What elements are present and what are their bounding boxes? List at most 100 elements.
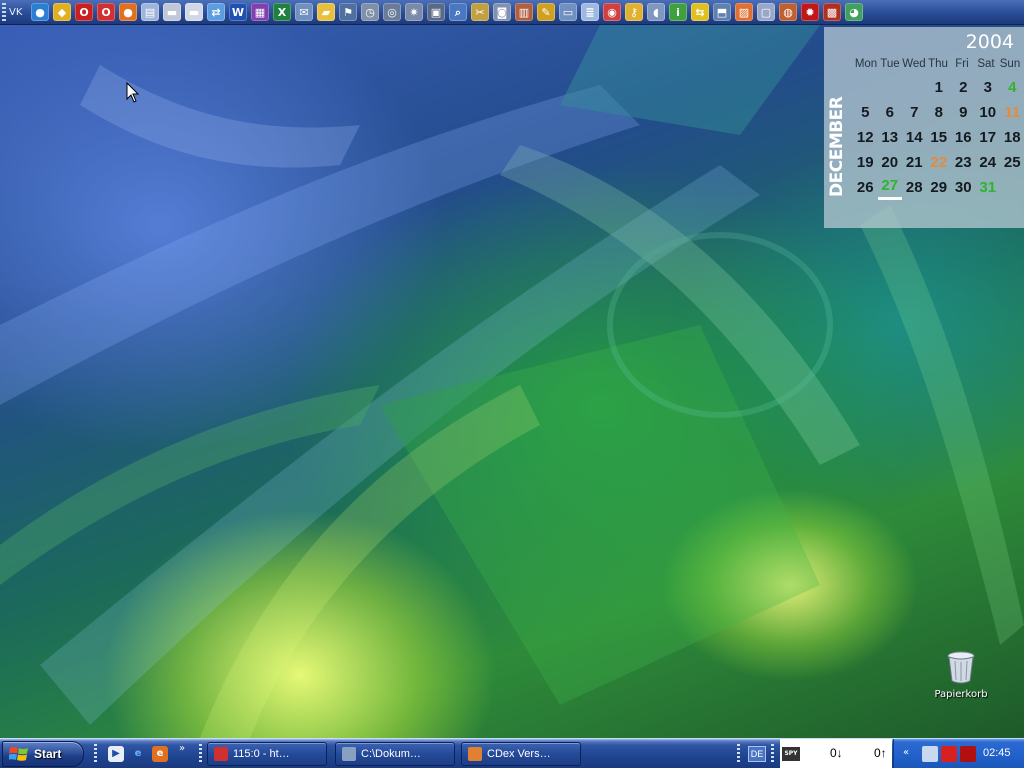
chrome-icon[interactable]: ◕ (845, 3, 863, 21)
calendar-day[interactable]: 26 (853, 175, 878, 200)
taskbar-button[interactable]: CDex Vers… (461, 742, 581, 766)
settings-icon[interactable]: ✷ (405, 3, 423, 21)
mozilla-icon[interactable]: e (152, 746, 168, 762)
internet-explorer-icon[interactable]: e (130, 746, 146, 762)
photo-icon[interactable]: ▨ (735, 3, 753, 21)
tools-icon[interactable]: ✂ (471, 3, 489, 21)
mail-icon[interactable]: ✉ (295, 3, 313, 21)
ladybug-tray-icon[interactable] (960, 746, 976, 762)
calendar-day[interactable]: 16 (951, 125, 976, 150)
calendar-day[interactable]: 24 (976, 150, 1001, 175)
books-icon[interactable]: ▥ (515, 3, 533, 21)
excel-icon[interactable]: X (273, 3, 291, 21)
taskbar-grip[interactable] (199, 744, 202, 764)
network-icon[interactable]: ⇄ (207, 3, 225, 21)
network-tray-icon[interactable] (922, 746, 938, 762)
calendar-day[interactable]: 20 (878, 150, 903, 175)
onenote-icon[interactable]: ▦ (251, 3, 269, 21)
calendar-day[interactable]: 15 (927, 125, 952, 150)
recycle-bin[interactable]: Papierkorb (928, 650, 994, 700)
bottle-icon[interactable]: ◖ (647, 3, 665, 21)
msn-icon[interactable]: ◆ (53, 3, 71, 21)
netmeter-grip[interactable] (771, 744, 774, 764)
calendar-day[interactable]: 30 (951, 175, 976, 200)
cd-drive-icon[interactable]: ▬ (185, 3, 203, 21)
paint-palette-icon[interactable]: ◉ (603, 3, 621, 21)
calendar-blank-cell (878, 75, 903, 100)
quick-launch-grip[interactable] (94, 744, 97, 764)
arrows-icon[interactable]: ⇆ (691, 3, 709, 21)
windows-logo-icon (9, 747, 28, 761)
calendar-blank-cell (902, 75, 927, 100)
antivirus-tray-icon[interactable] (941, 746, 957, 762)
calendar-day[interactable]: 28 (902, 175, 927, 200)
taskbar-button[interactable]: C:\Dokum… (335, 742, 455, 766)
computer-icon[interactable]: ▢ (757, 3, 775, 21)
notepad-icon[interactable]: ≣ (581, 3, 599, 21)
calendar-day[interactable]: 23 (951, 150, 976, 175)
globe-icon[interactable]: ● (31, 3, 49, 21)
camera-icon[interactable]: ◙ (493, 3, 511, 21)
opera-alt-icon[interactable]: O (97, 3, 115, 21)
search-icon[interactable]: ⌕ (449, 3, 467, 21)
drive-icon[interactable]: ▬ (163, 3, 181, 21)
taskbar-button[interactable]: 115:0 - ht… (207, 742, 327, 766)
language-indicator[interactable]: DE (748, 746, 766, 762)
firefox-icon[interactable]: ● (119, 3, 137, 21)
ladybug-icon[interactable]: ✹ (801, 3, 819, 21)
power-icon[interactable]: ◎ (383, 3, 401, 21)
calendar-day[interactable]: 17 (976, 125, 1001, 150)
clock-icon[interactable]: ◷ (361, 3, 379, 21)
scanner-icon[interactable]: ▭ (559, 3, 577, 21)
calendar-day[interactable]: 13 (878, 125, 903, 150)
calendar-day[interactable]: 21 (902, 150, 927, 175)
calendar-day[interactable]: 7 (902, 100, 927, 125)
start-button[interactable]: Start (2, 741, 84, 767)
tray-expand-chevron[interactable]: « (903, 747, 909, 758)
keys-icon[interactable]: ⚷ (625, 3, 643, 21)
calendar-weekday: Fri (955, 58, 969, 70)
quick-launch-overflow-chevron[interactable]: » (179, 743, 185, 754)
tray-clock[interactable]: 02:45 (983, 747, 1011, 759)
calendar-blank-cell (853, 75, 878, 100)
task-app-icon (468, 747, 482, 761)
word-icon[interactable]: W (229, 3, 247, 21)
disc-burner-icon[interactable]: ◍ (779, 3, 797, 21)
calendar-day[interactable]: 11 (1000, 100, 1024, 125)
flag-icon[interactable]: ⚑ (339, 3, 357, 21)
calendar-day[interactable]: 22 (927, 150, 952, 175)
media-player-icon[interactable]: ▶ (108, 746, 124, 762)
install-icon[interactable]: ⬒ (713, 3, 731, 21)
calendar-day[interactable]: 2 (951, 75, 976, 100)
toolbar-grip[interactable] (2, 3, 6, 21)
paint-icon[interactable]: ✎ (537, 3, 555, 21)
network-meter[interactable]: SPY 0↓ 0↑ (780, 739, 892, 768)
calendar-weekday: Tue (880, 58, 900, 70)
calendar-day[interactable]: 29 (927, 175, 952, 200)
printer-icon[interactable]: ▤ (141, 3, 159, 21)
calendar-day[interactable]: 1 (927, 75, 952, 100)
calendar-day[interactable]: 27 (877, 175, 902, 200)
calendar-day[interactable]: 8 (927, 100, 952, 125)
folder-icon[interactable]: ▰ (317, 3, 335, 21)
calendar-day[interactable]: 19 (853, 150, 878, 175)
calendar-month: DECEMBER (827, 96, 847, 198)
calendar-day[interactable]: 10 (976, 100, 1001, 125)
calendar-day[interactable]: 14 (902, 125, 927, 150)
calendar-day[interactable]: 31 (976, 175, 1001, 200)
calendar-day[interactable]: 12 (853, 125, 878, 150)
calendar-day[interactable]: 3 (976, 75, 1001, 100)
calendar-day[interactable]: 6 (878, 100, 903, 125)
calendar-day[interactable]: 25 (1000, 150, 1024, 175)
calendar-day[interactable]: 18 (1000, 125, 1024, 150)
opera-icon[interactable]: O (75, 3, 93, 21)
media-icon[interactable]: ▣ (427, 3, 445, 21)
language-bar-grip[interactable] (737, 744, 740, 764)
info-icon[interactable]: i (669, 3, 687, 21)
calendar-day[interactable]: 5 (853, 100, 878, 125)
calendar-day[interactable]: 9 (951, 100, 976, 125)
film-icon[interactable]: ▩ (823, 3, 841, 21)
toolbar-label: VK (9, 6, 23, 18)
calendar-day[interactable]: 4 (1000, 75, 1024, 100)
taskbar: Start ▶ e e » 115:0 - ht… C:\Dokum… CDex Ver… (0, 738, 1024, 768)
